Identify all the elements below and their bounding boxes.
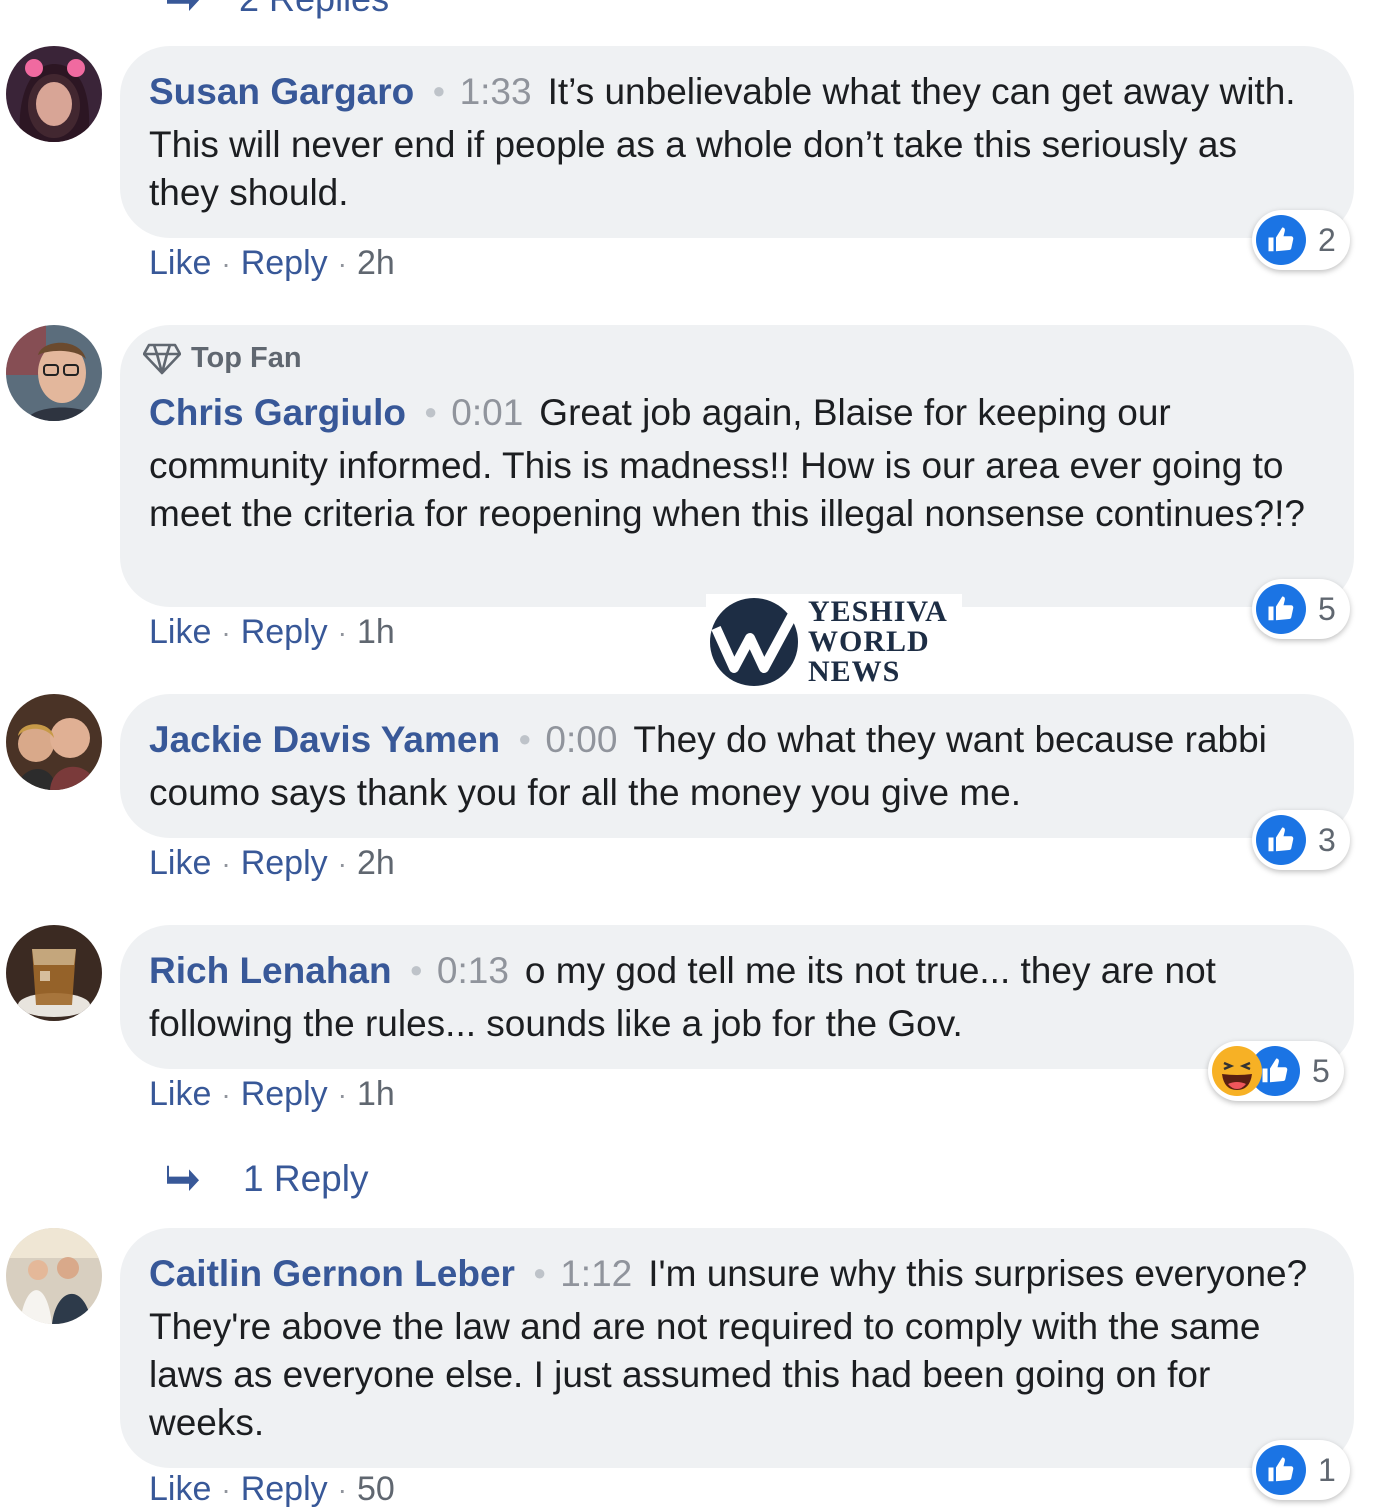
like-button[interactable]: Like bbox=[149, 1470, 211, 1509]
reaction-summary[interactable]: 5 bbox=[1208, 1041, 1344, 1101]
comment-bubble: Susan Gargaro ● 1:33 It’s unbelievable what… bbox=[120, 46, 1354, 238]
separator-dot: · bbox=[337, 616, 347, 648]
comment-bubble: Rich Lenahan ● 0:13 o my god tell me its no… bbox=[120, 925, 1354, 1069]
avatar[interactable] bbox=[6, 694, 102, 790]
comment-author[interactable]: Chris Gargiulo bbox=[149, 392, 406, 433]
reaction-summary[interactable]: 3 bbox=[1252, 810, 1350, 870]
comment-age[interactable]: 2h bbox=[357, 244, 395, 283]
comment-body: Susan Gargaro ● 1:33 It’s unbelievable what… bbox=[149, 68, 1314, 217]
reply-button[interactable]: Reply bbox=[241, 1075, 328, 1114]
badge-label: Top Fan bbox=[191, 341, 302, 374]
reaction-count: 1 bbox=[1318, 1451, 1336, 1488]
video-timestamp[interactable]: 0:00 bbox=[545, 719, 617, 760]
comment-author[interactable]: Jackie Davis Yamen bbox=[149, 719, 500, 760]
separator-dot: · bbox=[337, 247, 347, 279]
reaction-count: 5 bbox=[1312, 1052, 1330, 1089]
comment-author[interactable]: Rich Lenahan bbox=[149, 950, 392, 991]
reaction-count: 5 bbox=[1318, 590, 1336, 627]
reaction-summary[interactable]: 1 bbox=[1252, 1440, 1350, 1500]
reaction-count: 2 bbox=[1318, 221, 1336, 258]
separator-dot: · bbox=[221, 247, 231, 279]
separator-dot: ● bbox=[432, 78, 446, 103]
view-replies-label: 2 Replies bbox=[239, 0, 389, 20]
video-timestamp[interactable]: 0:13 bbox=[437, 950, 509, 991]
comment-actions: Like · Reply · 2h bbox=[149, 844, 395, 883]
separator-dot: · bbox=[221, 847, 231, 879]
separator-dot: · bbox=[221, 616, 231, 648]
reply-button[interactable]: Reply bbox=[241, 1470, 328, 1509]
view-replies-link-top[interactable]: 2 Replies bbox=[165, 0, 389, 20]
separator-dot: ● bbox=[409, 957, 423, 982]
like-icon bbox=[1256, 815, 1306, 865]
top-fan-badge[interactable]: Top Fan bbox=[143, 341, 1314, 375]
comment-actions: Like · Reply · 50 bbox=[149, 1470, 395, 1509]
comment-bubble: Caitlin Gernon Leber ● 1:12 I'm unsure why … bbox=[120, 1228, 1354, 1468]
like-icon bbox=[1256, 584, 1306, 634]
comment-body: Caitlin Gernon Leber ● 1:12 I'm unsure why … bbox=[149, 1250, 1314, 1447]
avatar[interactable] bbox=[6, 1228, 102, 1324]
video-timestamp[interactable]: 0:01 bbox=[451, 392, 523, 433]
reaction-summary[interactable]: 2 bbox=[1252, 210, 1350, 270]
diamond-icon bbox=[143, 343, 181, 375]
like-button[interactable]: Like bbox=[149, 844, 211, 883]
comment-body: Chris Gargiulo ● 0:01 Great job again, Blai… bbox=[149, 389, 1314, 538]
separator-dot: ● bbox=[518, 726, 532, 751]
reaction-summary[interactable]: 5 bbox=[1252, 579, 1350, 639]
avatar[interactable] bbox=[6, 325, 102, 421]
comment-body: Jackie Davis Yamen ● 0:00 They do what they… bbox=[149, 716, 1314, 817]
like-button[interactable]: Like bbox=[149, 244, 211, 283]
comment-author[interactable]: Susan Gargaro bbox=[149, 71, 414, 112]
reply-arrow-icon bbox=[167, 0, 199, 12]
separator-dot: · bbox=[337, 1078, 347, 1110]
comment-actions: Like · Reply · 2h bbox=[149, 244, 395, 283]
comment-author[interactable]: Caitlin Gernon Leber bbox=[149, 1253, 515, 1294]
view-replies-link[interactable]: 1 Reply bbox=[165, 1158, 368, 1200]
avatar[interactable] bbox=[6, 46, 102, 142]
separator-dot: · bbox=[337, 1473, 347, 1505]
video-timestamp[interactable]: 1:33 bbox=[460, 71, 532, 112]
separator-dot: · bbox=[221, 1078, 231, 1110]
separator-dot: · bbox=[221, 1473, 231, 1505]
view-replies-label: 1 Reply bbox=[243, 1158, 369, 1199]
comment-bubble: Jackie Davis Yamen ● 0:00 They do what they… bbox=[120, 694, 1354, 838]
like-icon bbox=[1256, 1445, 1306, 1495]
reply-button[interactable]: Reply bbox=[241, 844, 328, 883]
comment-body: Rich Lenahan ● 0:13 o my god tell me its no… bbox=[149, 947, 1314, 1048]
watermark-text: YESHIVA WORLD NEWS bbox=[808, 595, 948, 688]
like-button[interactable]: Like bbox=[149, 613, 211, 652]
comment-bubble: Top Fan Chris Gargiulo ● 0:01 Great job aga… bbox=[120, 325, 1354, 607]
comment-age[interactable]: 50 bbox=[357, 1470, 395, 1509]
comment-age[interactable]: 1h bbox=[357, 613, 395, 652]
separator-dot: ● bbox=[423, 399, 438, 424]
comment-actions: Like · Reply · 1h bbox=[149, 613, 395, 652]
separator-dot: ● bbox=[532, 1260, 547, 1285]
comment-age[interactable]: 1h bbox=[357, 1075, 395, 1114]
comment-age[interactable]: 2h bbox=[357, 844, 395, 883]
separator-dot: · bbox=[337, 847, 347, 879]
yeshiva-world-news-watermark: YESHIVA WORLD NEWS bbox=[706, 594, 962, 690]
reaction-count: 3 bbox=[1318, 821, 1336, 858]
like-button[interactable]: Like bbox=[149, 1075, 211, 1114]
reply-arrow-icon bbox=[167, 1165, 199, 1191]
video-timestamp[interactable]: 1:12 bbox=[560, 1253, 632, 1294]
haha-icon bbox=[1212, 1046, 1262, 1096]
comment-actions: Like · Reply · 1h bbox=[149, 1075, 395, 1114]
ywn-logo-icon bbox=[710, 598, 798, 686]
avatar[interactable] bbox=[6, 925, 102, 1021]
reply-button[interactable]: Reply bbox=[241, 244, 328, 283]
like-icon bbox=[1256, 215, 1306, 265]
reply-button[interactable]: Reply bbox=[241, 613, 328, 652]
